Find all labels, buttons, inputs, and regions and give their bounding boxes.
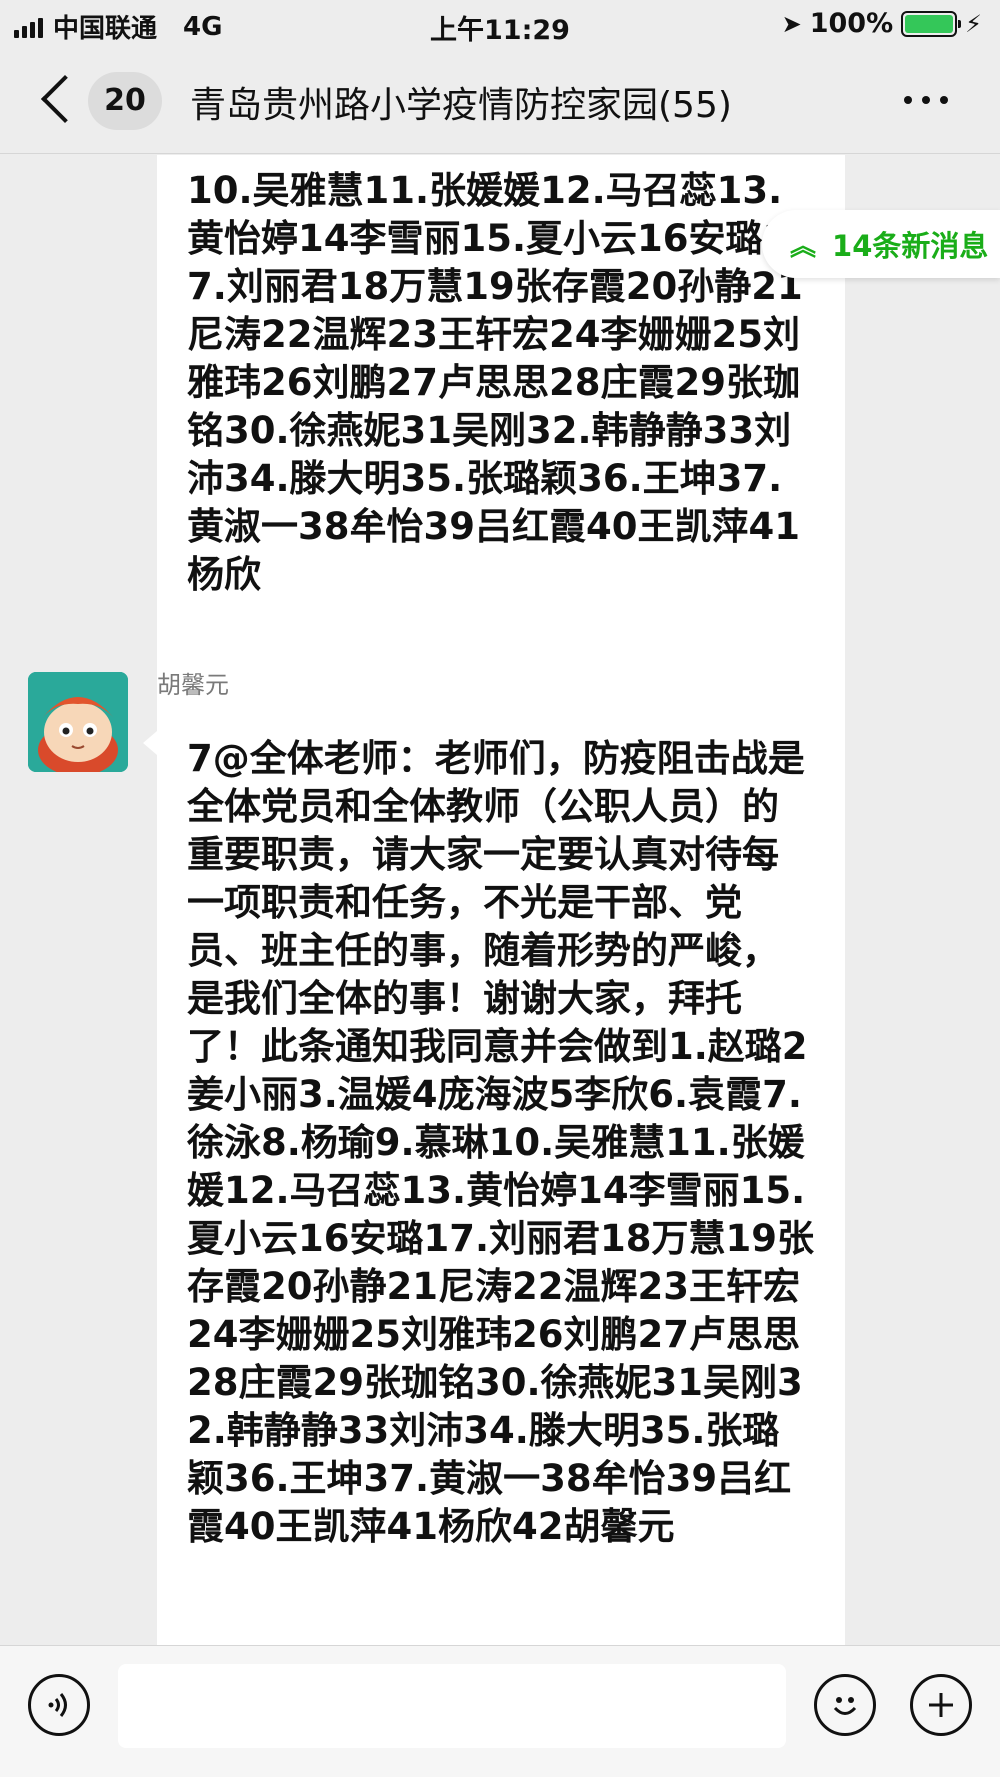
status-bar: 中国联通 4G 上午11:29 ➤ 100% ⚡	[0, 0, 1000, 50]
back-icon[interactable]	[40, 74, 90, 124]
avatar[interactable]	[28, 672, 128, 772]
message-bubble[interactable]: 7@全体老师：老师们，防疫阻击战是全体党员和全体教师（公职人员）的重要职责，请大…	[143, 703, 845, 1645]
emoji-icon[interactable]	[814, 1674, 876, 1736]
chat-title: 青岛贵州路小学疫情防控家园(55)	[190, 85, 732, 126]
plus-icon[interactable]	[910, 1674, 972, 1736]
new-messages-button[interactable]: ︽ 14条新消息	[762, 210, 1000, 278]
sender-name: 胡馨元	[157, 671, 229, 699]
chat-header: 20 青岛贵州路小学疫情防控家园(55)	[0, 50, 1000, 154]
location-icon: ➤	[781, 9, 802, 38]
more-icon[interactable]	[904, 96, 948, 104]
input-bar	[0, 1645, 1000, 1777]
message-input[interactable]	[118, 1664, 786, 1748]
status-right: ➤ 100% ⚡	[782, 8, 982, 39]
battery-percent: 100%	[809, 8, 894, 39]
chat-message-list[interactable]: 10.吴雅慧11.张媛媛12.马召蕊13.黄怡婷14李雪丽15.夏小云16安璐1…	[0, 155, 1000, 1645]
battery-icon	[901, 10, 962, 37]
charging-icon: ⚡	[965, 9, 982, 38]
new-messages-label: 14条新消息	[832, 229, 989, 263]
message-bubble[interactable]: 10.吴雅慧11.张媛媛12.马召蕊13.黄怡婷14李雪丽15.夏小云16安璐1…	[157, 155, 845, 785]
voice-icon[interactable]	[28, 1674, 90, 1736]
unread-count-badge[interactable]: 20	[88, 72, 162, 130]
double-chevron-up-icon: ︽	[790, 231, 817, 262]
